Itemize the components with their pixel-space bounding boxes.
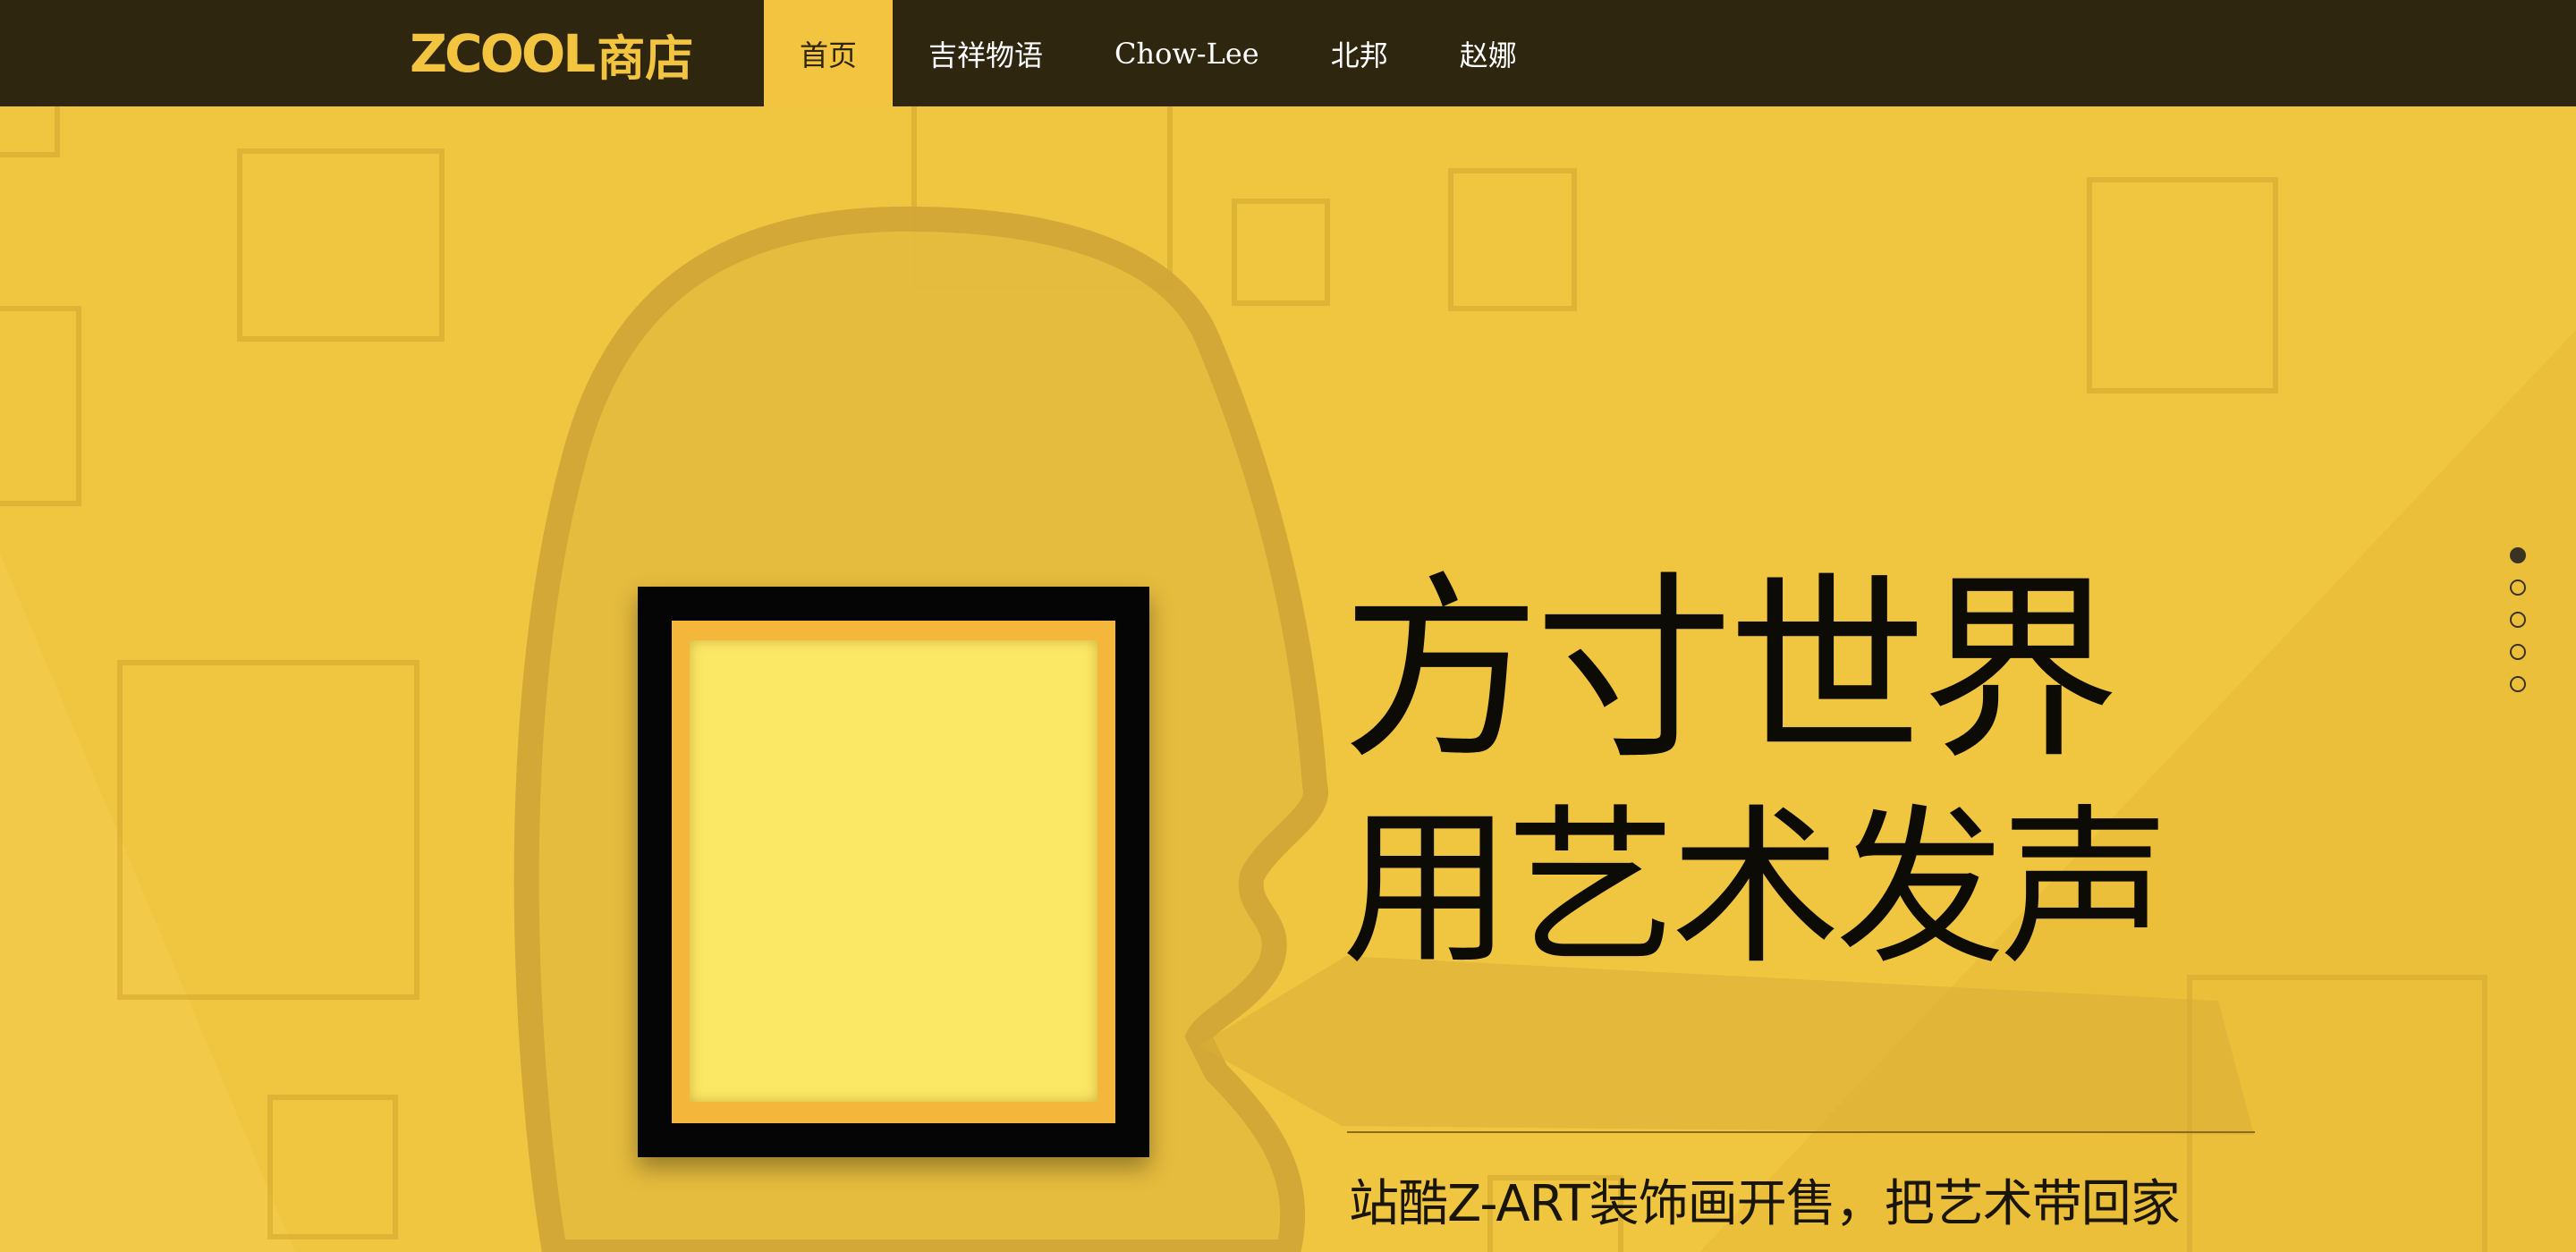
headline-line-2: 用艺术发声: [1342, 790, 2170, 987]
top-navigation-bar: ZCOOL 商店 首页 吉祥物语 Chow-Lee 北邦 赵娜: [0, 0, 2576, 106]
hero-banner[interactable]: 方寸世界 用艺术发声 站酷Z-ART装饰画开售，把艺术带回家: [0, 106, 2576, 1252]
carousel-dot-1[interactable]: [2510, 547, 2526, 563]
carousel-pagination: [2510, 547, 2526, 692]
nav-item-chow-lee[interactable]: Chow-Lee: [1079, 0, 1295, 106]
framed-picture: [638, 587, 1149, 1157]
carousel-dot-2[interactable]: [2510, 579, 2526, 596]
picture-canvas: [690, 640, 1097, 1102]
headline-line-1: 方寸世界: [1342, 555, 2120, 786]
nav-item-jixiang-wuyu[interactable]: 吉祥物语: [893, 0, 1079, 106]
nav-item-beibang[interactable]: 北邦: [1295, 0, 1424, 106]
headline-divider: [1347, 1131, 2255, 1133]
carousel-dot-3[interactable]: [2510, 612, 2526, 628]
carousel-dot-5[interactable]: [2510, 676, 2526, 692]
nav-item-home[interactable]: 首页: [764, 0, 894, 106]
main-nav: 首页 吉祥物语 Chow-Lee 北邦 赵娜: [764, 0, 1553, 106]
nav-item-zhao-na[interactable]: 赵娜: [1424, 0, 1553, 106]
headline: 方寸世界 用艺术发声: [1342, 571, 2272, 974]
zcool-store-logo[interactable]: ZCOOL 商店: [410, 23, 693, 87]
logo-store-text: 商店: [597, 30, 694, 87]
logo-wordmark: ZCOOL: [410, 23, 596, 84]
carousel-dot-4[interactable]: [2510, 644, 2526, 660]
tagline: 站酷Z-ART装饰画开售，把艺术带回家: [1349, 1175, 2181, 1233]
